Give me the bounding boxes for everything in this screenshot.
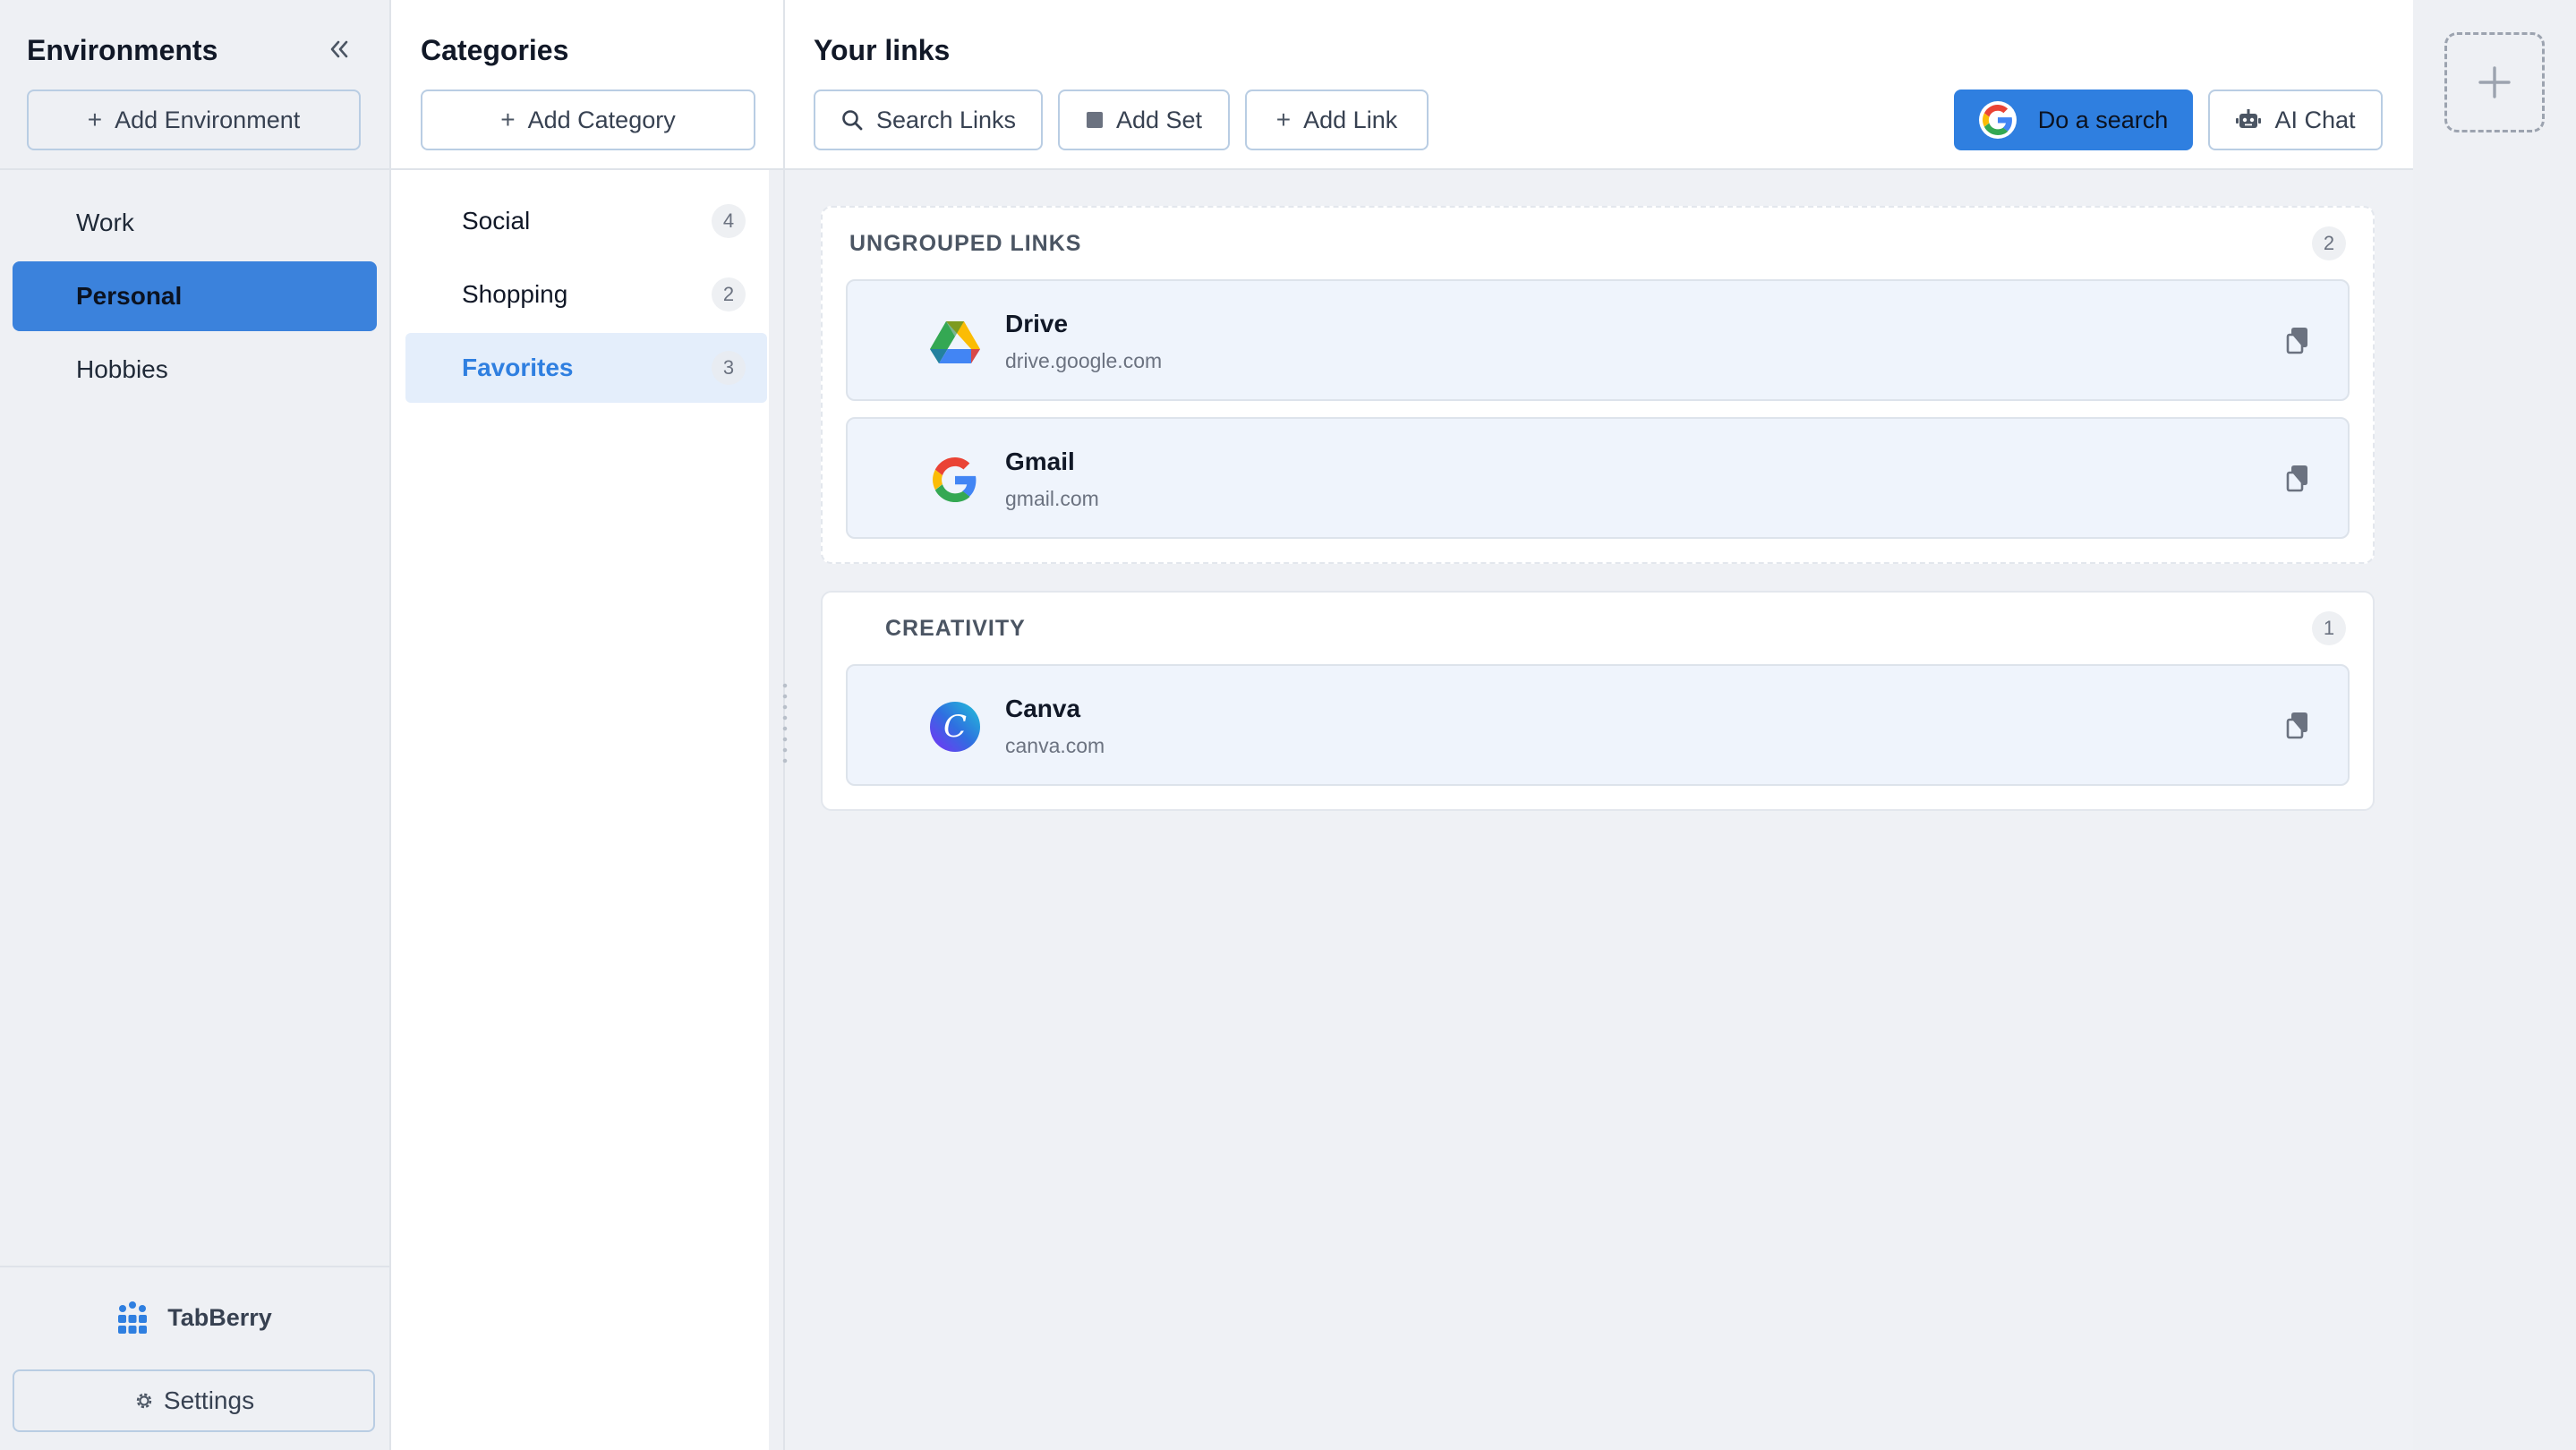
- link-name: Drive: [1005, 310, 1069, 337]
- group-count-badge: 1: [2312, 611, 2346, 645]
- add-category-label: Add Category: [527, 106, 676, 133]
- gear-icon: [136, 1393, 152, 1409]
- brand-name: TabBerry: [167, 1303, 272, 1331]
- group-title: CREATIVITY: [885, 615, 1026, 641]
- environment-item-work[interactable]: Work: [13, 188, 377, 258]
- category-label: Favorites: [462, 354, 574, 381]
- brand: TabBerry: [0, 1300, 389, 1335]
- environment-label: Personal: [76, 282, 183, 310]
- search-links-button[interactable]: Search Links: [814, 90, 1043, 150]
- add-panel-button[interactable]: [2444, 32, 2545, 132]
- group-title: UNGROUPED LINKS: [849, 230, 1082, 256]
- link-group-ungrouped: UNGROUPED LINKS 2 Drive drive.google.com…: [821, 206, 2375, 564]
- add-link-button[interactable]: + Add Link: [1245, 90, 1429, 150]
- canva-logo-icon: C: [928, 700, 982, 754]
- plus-icon: +: [500, 106, 516, 133]
- environment-item-personal[interactable]: Personal: [13, 261, 377, 331]
- category-list: Social 4 Shopping 2 Favorites 3: [405, 186, 767, 406]
- robot-icon: [2236, 109, 2262, 128]
- svg-text:C: C: [943, 709, 967, 745]
- do-a-search-label: Do a search: [2037, 106, 2169, 133]
- category-item-favorites[interactable]: Favorites 3: [405, 333, 767, 403]
- search-icon: [842, 110, 863, 131]
- group-header: CREATIVITY 1: [846, 593, 2350, 664]
- link-card-drive[interactable]: Drive drive.google.com: [846, 279, 2350, 401]
- add-environment-label: Add Environment: [115, 106, 301, 133]
- do-a-search-button[interactable]: Do a search: [1954, 90, 2193, 150]
- ai-chat-label: AI Chat: [2274, 106, 2356, 133]
- links-panel: Your links Search Links Add Set + Add Li…: [785, 0, 2413, 1450]
- category-item-social[interactable]: Social 4: [405, 186, 767, 256]
- category-item-shopping[interactable]: Shopping 2: [405, 260, 767, 329]
- add-category-button[interactable]: + Add Category: [421, 90, 755, 150]
- links-body: UNGROUPED LINKS 2 Drive drive.google.com…: [821, 206, 2375, 838]
- categories-header: Categories + Add Category: [391, 0, 783, 170]
- search-links-label: Search Links: [875, 106, 1017, 133]
- category-label: Social: [462, 207, 531, 235]
- link-group-creativity: CREATIVITY 1 C Canva canva.com: [821, 591, 2375, 811]
- link-card-gmail[interactable]: Gmail gmail.com: [846, 417, 2350, 539]
- environment-list: Work Personal Hobbies: [13, 188, 377, 408]
- collapse-sidebar-icon[interactable]: [325, 36, 352, 63]
- group-header: UNGROUPED LINKS 2: [846, 208, 2350, 279]
- google-g-icon: [1978, 101, 2017, 139]
- plus-icon: [2478, 66, 2511, 98]
- tabberry-logo-icon: [118, 1301, 148, 1334]
- copy-icon[interactable]: [2282, 326, 2312, 356]
- categories-title: Categories: [421, 34, 569, 66]
- google-g-logo-icon: [928, 453, 982, 507]
- add-set-button[interactable]: Add Set: [1058, 90, 1230, 150]
- environment-label: Hobbies: [76, 355, 168, 383]
- settings-label: Settings: [163, 1386, 255, 1414]
- ai-chat-button[interactable]: AI Chat: [2208, 90, 2383, 150]
- copy-icon[interactable]: [2282, 711, 2312, 741]
- link-name: Gmail: [1005, 448, 1075, 475]
- category-count-badge: 4: [712, 204, 746, 238]
- links-title: Your links: [814, 34, 951, 66]
- link-url: drive.google.com: [1005, 349, 1163, 372]
- settings-button[interactable]: Settings: [13, 1369, 375, 1432]
- category-count-badge: 3: [712, 351, 746, 385]
- environments-sidebar: Environments + Add Environment Work Pers…: [0, 0, 391, 1450]
- environment-item-hobbies[interactable]: Hobbies: [13, 335, 377, 405]
- category-label: Shopping: [462, 280, 568, 308]
- square-icon: [1086, 112, 1103, 128]
- link-card-canva[interactable]: C Canva canva.com: [846, 664, 2350, 786]
- link-name: Canva: [1005, 695, 1081, 722]
- sidebar-footer: TabBerry Settings: [0, 1266, 389, 1450]
- link-url: canva.com: [1005, 734, 1105, 757]
- links-header: Your links Search Links Add Set + Add Li…: [785, 0, 2413, 170]
- plus-icon: +: [1275, 106, 1292, 133]
- environment-label: Work: [76, 209, 134, 236]
- right-rail: [2413, 0, 2576, 1450]
- categories-panel: Categories + Add Category Social 4 Shopp…: [391, 0, 789, 1450]
- environments-title: Environments: [27, 34, 218, 66]
- environments-header: Environments + Add Environment: [0, 0, 389, 170]
- add-link-label: Add Link: [1303, 106, 1398, 133]
- category-scroll-gutter: [769, 170, 783, 1450]
- group-count-badge: 2: [2312, 226, 2346, 260]
- add-set-label: Add Set: [1115, 106, 1203, 133]
- google-drive-logo-icon: [928, 315, 982, 369]
- plus-icon: +: [87, 106, 103, 133]
- link-url: gmail.com: [1005, 487, 1099, 510]
- add-environment-button[interactable]: + Add Environment: [27, 90, 361, 150]
- copy-icon[interactable]: [2282, 464, 2312, 494]
- category-count-badge: 2: [712, 277, 746, 311]
